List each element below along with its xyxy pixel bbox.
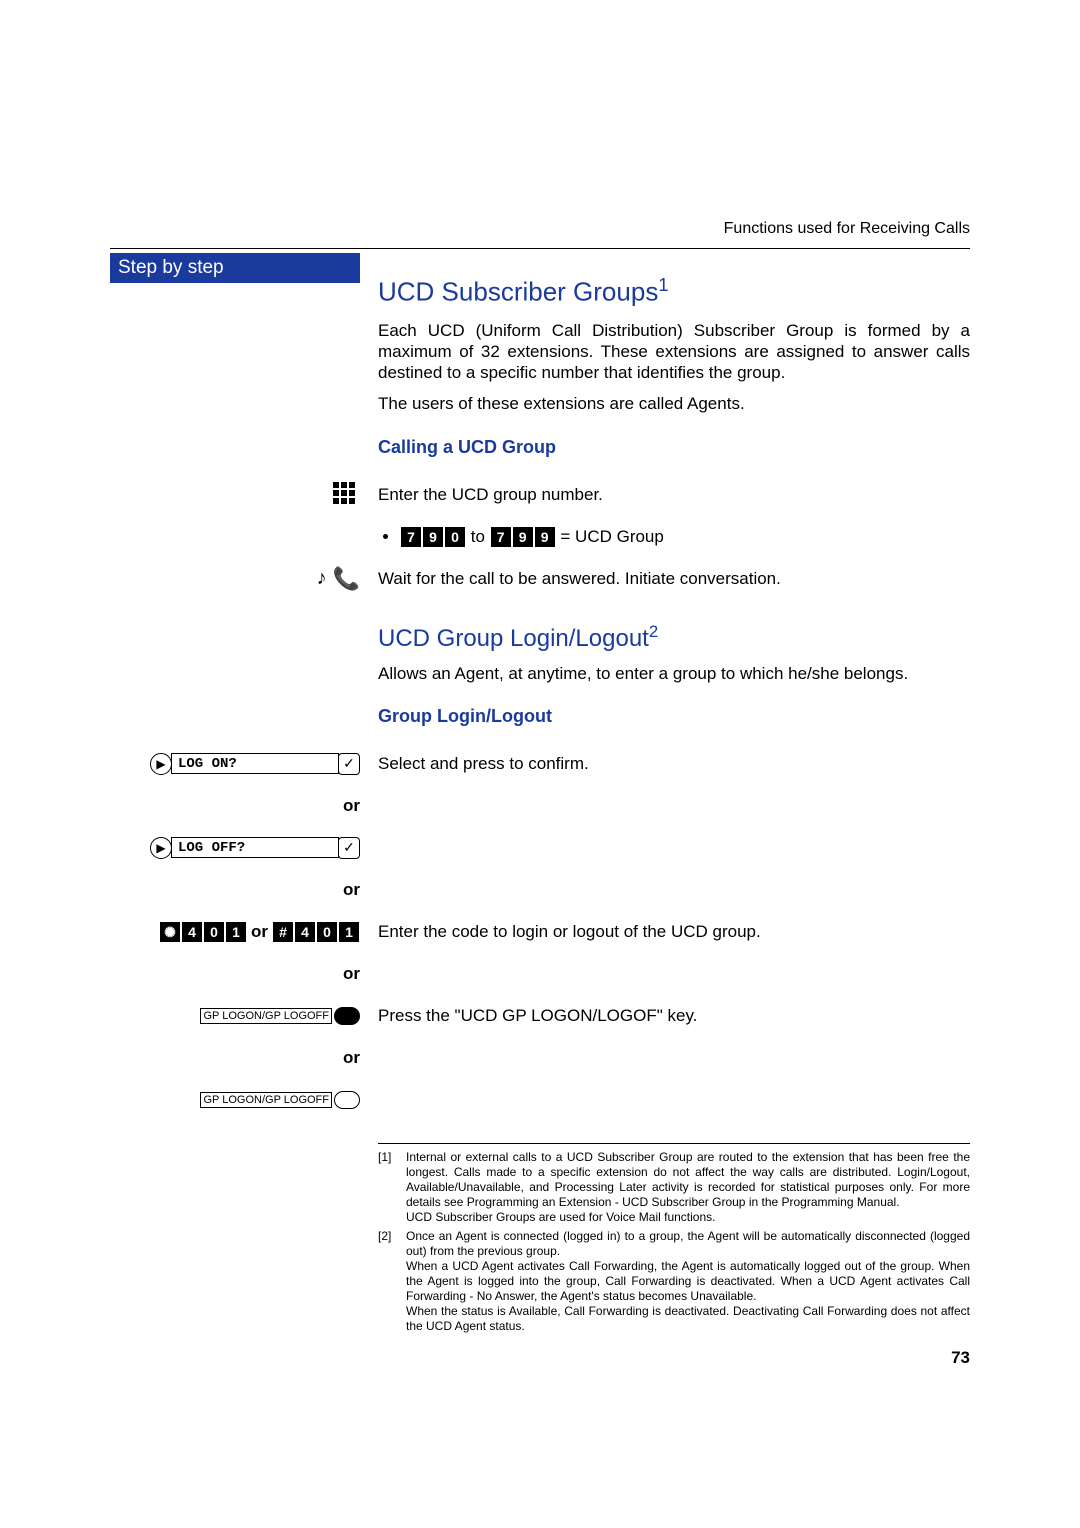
instruction: Enter the UCD group number. <box>378 485 970 505</box>
button-filled-icon <box>334 1007 360 1025</box>
or-text: or <box>110 880 360 900</box>
code-range: 790 to 799 = UCD Group <box>400 527 970 547</box>
softkey-label: GP LOGON/GP LOGOFF <box>200 1008 332 1024</box>
instruction: Select and press to confirm. <box>378 754 970 774</box>
or-text: or <box>110 1048 360 1068</box>
key: 9 <box>423 527 443 547</box>
instruction: Wait for the call to be answered. Initia… <box>378 569 970 589</box>
key-star: ✺ <box>160 922 180 942</box>
footnote-number: [1] <box>378 1150 400 1225</box>
arrow-right-icon: ▶ <box>150 837 172 859</box>
footnote-ref-1 <box>658 277 668 307</box>
equals-text: = UCD Group <box>560 527 663 546</box>
key: 0 <box>445 527 465 547</box>
key: 4 <box>182 922 202 942</box>
footnote-number: [2] <box>378 1229 400 1334</box>
softkey-logon-logoff-outline[interactable]: GP LOGON/GP LOGOFF <box>200 1091 360 1109</box>
key: 0 <box>204 922 224 942</box>
option-log-on[interactable]: ▶ LOG ON? ✓ <box>150 753 360 775</box>
instruction: Enter the code to login or logout of the… <box>378 922 970 942</box>
key: 1 <box>226 922 246 942</box>
key: 9 <box>535 527 555 547</box>
footnote-ref-2 <box>649 625 658 652</box>
key: 0 <box>317 922 337 942</box>
section2-title: UCD Group Login/Logout <box>378 622 970 653</box>
to-word: to <box>471 527 485 546</box>
or-text: or <box>110 796 360 816</box>
para: Each UCD (Uniform Call Distribution) Sub… <box>378 320 970 384</box>
subsection-calling: Calling a UCD Group <box>378 437 970 458</box>
header-section: Functions used for Receiving Calls <box>110 220 970 238</box>
footnotes: [1] Internal or external calls to a UCD … <box>378 1143 970 1334</box>
section2-title-text: UCD Group Login/Logout <box>378 625 649 652</box>
check-icon: ✓ <box>338 837 360 859</box>
key: 9 <box>513 527 533 547</box>
keypad-icon <box>332 481 360 509</box>
option-label: LOG ON? <box>171 753 339 774</box>
arrow-right-icon: ▶ <box>150 753 172 775</box>
or-text: or <box>251 922 268 942</box>
option-label: LOG OFF? <box>171 837 339 858</box>
para: The users of these extensions are called… <box>378 393 970 414</box>
button-outline-icon <box>334 1091 360 1109</box>
page: Functions used for Receiving Calls Step … <box>0 0 1080 1468</box>
softkey-logon-logoff[interactable]: GP LOGON/GP LOGOFF <box>200 1007 360 1025</box>
key: 7 <box>491 527 511 547</box>
footnote-2-text: Once an Agent is connected (logged in) t… <box>406 1229 970 1334</box>
instruction: Press the "UCD GP LOGON/LOGOF" key. <box>378 1006 970 1026</box>
key: 7 <box>401 527 421 547</box>
key: 4 <box>295 922 315 942</box>
option-log-off[interactable]: ▶ LOG OFF? ✓ <box>150 837 360 859</box>
divider <box>110 248 970 249</box>
handset-icon: 📞 <box>333 566 360 592</box>
softkey-label: GP LOGON/GP LOGOFF <box>200 1092 332 1108</box>
para: Allows an Agent, at anytime, to enter a … <box>378 663 970 684</box>
key: 1 <box>339 922 359 942</box>
key: # <box>273 922 293 942</box>
login-logout-codes: ✺401 or #401 <box>159 922 360 942</box>
page-number: 73 <box>378 1348 970 1368</box>
section1-title-text: UCD Subscriber Groups <box>378 277 658 307</box>
check-icon: ✓ <box>338 753 360 775</box>
footnote-1-text: Internal or external calls to a UCD Subs… <box>406 1150 970 1225</box>
subsection-loginlogout: Group Login/Logout <box>378 706 970 727</box>
tone-icon: ♪ <box>317 567 327 590</box>
or-text: or <box>110 964 360 984</box>
section1-title: UCD Subscriber Groups <box>378 275 970 308</box>
sidebar-title: Step by step <box>110 253 360 283</box>
